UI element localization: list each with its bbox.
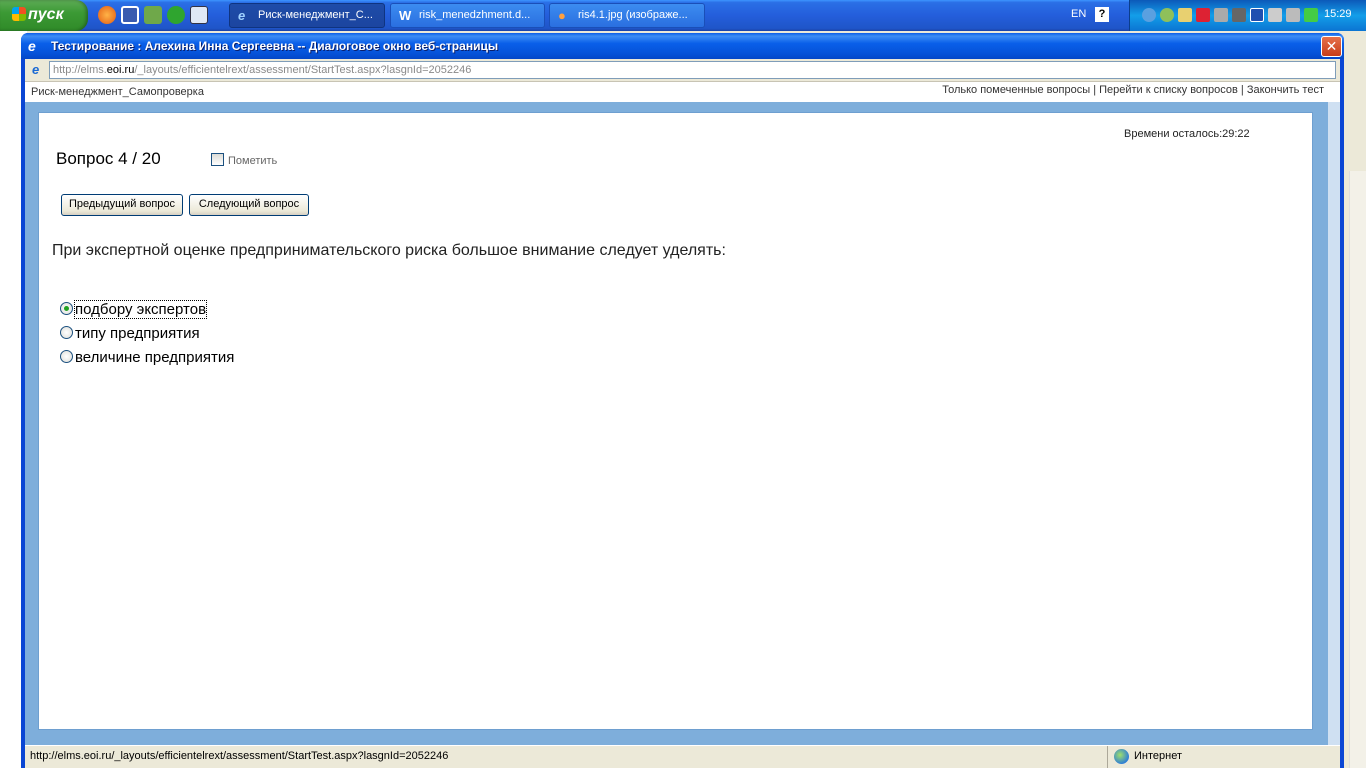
zone-label: Интернет — [1134, 750, 1182, 762]
start-label: пуск — [28, 6, 64, 23]
option-label[interactable]: подбору экспертов — [73, 300, 208, 319]
page-area: Риск-менеджмент_Самопроверка Только поме… — [25, 82, 1340, 748]
task-image[interactable]: ● ris4.1.jpg (изображе... — [549, 3, 705, 28]
taskbar: пуск e Риск-менеджмент_С... W risk_mened… — [0, 0, 1366, 31]
option-label[interactable]: типу предприятия — [75, 325, 200, 342]
next-question-button[interactable]: Следующий вопрос — [189, 194, 309, 216]
question-number: Вопрос 4 / 20 — [56, 149, 161, 168]
close-button[interactable]: ✕ — [1321, 36, 1342, 57]
page-scrollbar[interactable] — [1328, 102, 1340, 748]
page-icon: e — [32, 62, 40, 77]
test-content: Времени осталось:29:22 Вопрос 4 / 20 Пом… — [38, 112, 1313, 730]
display-tray-icon[interactable] — [1286, 8, 1300, 22]
question-list-link[interactable]: Перейти к списку вопросов — [1099, 84, 1238, 96]
question-text: При экспертной оценке предпринимательско… — [52, 242, 726, 259]
windows-logo-icon — [12, 7, 26, 21]
timer-label: Времени осталось: — [1124, 128, 1223, 140]
clock: 15:29 — [1324, 8, 1352, 20]
marked-only-link[interactable]: Только помеченные вопросы — [942, 84, 1090, 96]
ie-icon: e — [238, 8, 246, 23]
timer-value: 29:22 — [1222, 128, 1250, 140]
utorrent-quicklaunch-icon[interactable] — [167, 6, 185, 24]
app-tray-icon[interactable] — [1178, 8, 1192, 22]
background-scrollbar[interactable] — [1349, 171, 1366, 768]
save-quicklaunch-icon[interactable] — [121, 6, 139, 24]
ie-icon: e — [28, 38, 36, 54]
firefox-icon: ● — [558, 8, 566, 23]
mark-checkbox[interactable] — [211, 153, 224, 166]
globe-icon — [1114, 749, 1129, 764]
firefox-quicklaunch-icon[interactable] — [98, 6, 116, 24]
bluetooth-tray-icon[interactable] — [1250, 8, 1264, 22]
mark-question[interactable]: Пометить — [211, 153, 277, 167]
option-label[interactable]: величине предприятия — [75, 349, 234, 366]
link-separator: | — [1093, 84, 1097, 96]
radio-button[interactable] — [60, 302, 73, 315]
link-separator: | — [1240, 84, 1244, 96]
show-desktop-icon[interactable] — [190, 6, 208, 24]
address-prefix: http://elms. — [53, 64, 107, 76]
status-url: http://elms.eoi.ru/_layouts/efficientelr… — [30, 750, 449, 762]
address-bar: e http://elms.eoi.ru/_layouts/efficiente… — [25, 59, 1340, 82]
timer: Времени осталось:29:22 — [1124, 128, 1250, 140]
task-word-doc[interactable]: W risk_menedzhment.d... — [390, 3, 545, 28]
volume-tray-icon[interactable] — [1268, 8, 1282, 22]
answer-option[interactable]: величине предприятия — [60, 349, 234, 366]
back-tray-icon[interactable] — [1142, 8, 1156, 22]
dialog-window: e Тестирование : Алехина Инна Сергеевна … — [21, 33, 1344, 768]
task-label: ris4.1.jpg (изображе... — [578, 9, 688, 21]
address-suffix: /_layouts/efficientelrext/assessment/Sta… — [134, 64, 472, 76]
task-ie-risk[interactable]: e Риск-менеджмент_С... — [229, 3, 385, 28]
device-tray-icon[interactable] — [1232, 8, 1246, 22]
radio-button[interactable] — [60, 326, 73, 339]
previous-question-button[interactable]: Предыдущий вопрос — [61, 194, 183, 216]
task-label: Риск-менеджмент_С... — [258, 9, 373, 21]
security-zone: Интернет — [1107, 746, 1340, 768]
help-icon[interactable]: ? — [1095, 7, 1109, 22]
address-domain: eoi.ru — [106, 64, 135, 76]
address-field[interactable]: http://elms.eoi.ru/_layouts/efficientelr… — [49, 61, 1336, 79]
update-tray-icon[interactable] — [1304, 8, 1318, 22]
status-bar: http://elms.eoi.ru/_layouts/efficientelr… — [25, 745, 1340, 768]
word-doc-icon: W — [399, 8, 412, 23]
kaspersky-tray-icon[interactable] — [1196, 8, 1210, 22]
network-tray-icon[interactable] — [1160, 8, 1174, 22]
app-quicklaunch-icon[interactable] — [144, 6, 162, 24]
answer-option[interactable]: типу предприятия — [60, 325, 200, 342]
dialog-titlebar[interactable]: e Тестирование : Алехина Инна Сергеевна … — [21, 33, 1344, 59]
tool-tray-icon[interactable] — [1214, 8, 1228, 22]
dialog-title: Тестирование : Алехина Инна Сергеевна --… — [51, 39, 499, 53]
language-indicator[interactable]: EN — [1071, 8, 1086, 20]
mark-label: Пометить — [228, 155, 278, 167]
top-links-bar: Риск-менеджмент_Самопроверка Только поме… — [25, 82, 1340, 102]
start-button[interactable]: пуск — [0, 0, 88, 31]
top-links: Только помеченные вопросы | Перейти к сп… — [942, 84, 1324, 96]
course-title: Риск-менеджмент_Самопроверка — [31, 86, 204, 98]
finish-test-link[interactable]: Закончить тест — [1247, 84, 1324, 96]
radio-button[interactable] — [60, 350, 73, 363]
answer-option[interactable]: подбору экспертов — [60, 300, 208, 319]
task-label: risk_menedzhment.d... — [419, 9, 531, 21]
